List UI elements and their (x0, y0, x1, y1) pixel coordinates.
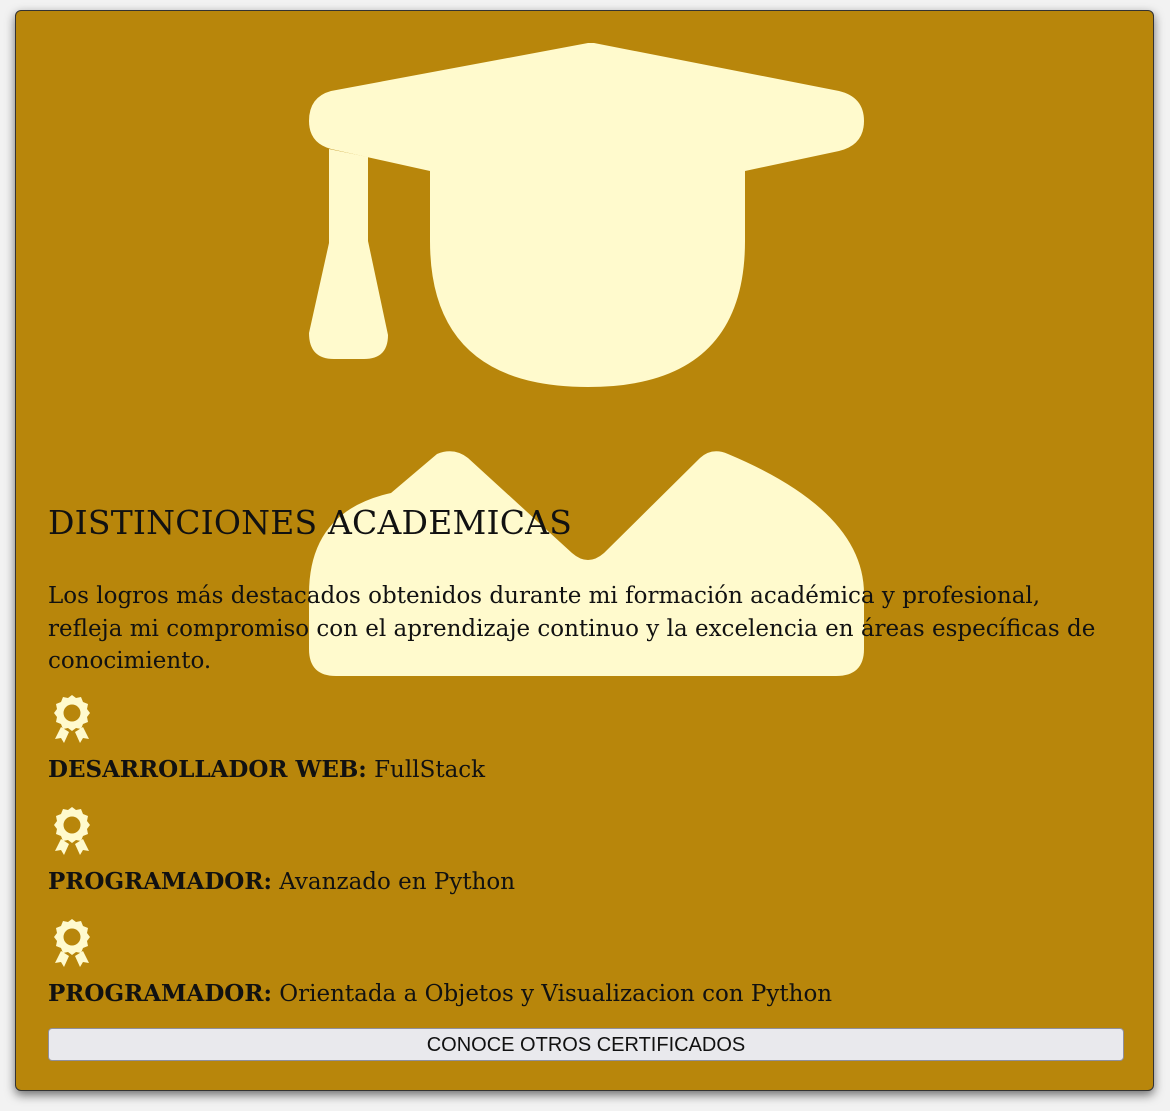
award-medal-icon (54, 807, 90, 855)
distinctions-card: DISTINCIONES ACADEMICAS Los logros más d… (15, 10, 1154, 1091)
award-medal-icon (54, 695, 90, 743)
award-value: Orientada a Objetos y Visualizacion con … (271, 981, 833, 1007)
graduate-student-icon (309, 43, 864, 676)
award-value: FullStack (366, 757, 486, 783)
award-label: PROGRAMADOR: (48, 868, 272, 895)
award-label: DESARROLLADOR WEB: (48, 756, 367, 783)
section-description: Los logros más destacados obtenidos dura… (48, 583, 1096, 674)
award-value: Avanzado en Python (271, 869, 516, 895)
award-label: PROGRAMADOR: (48, 980, 272, 1007)
section-title: DISTINCIONES ACADEMICAS (48, 503, 572, 542)
other-certificates-button[interactable]: CONOCE OTROS CERTIFICADOS (48, 1028, 1124, 1061)
award-text: DESARROLLADOR WEB: FullStack (48, 754, 485, 786)
award-medal-icon (54, 919, 90, 967)
award-text: PROGRAMADOR: Orientada a Objetos y Visua… (48, 978, 832, 1010)
award-text: PROGRAMADOR: Avanzado en Python (48, 866, 515, 898)
